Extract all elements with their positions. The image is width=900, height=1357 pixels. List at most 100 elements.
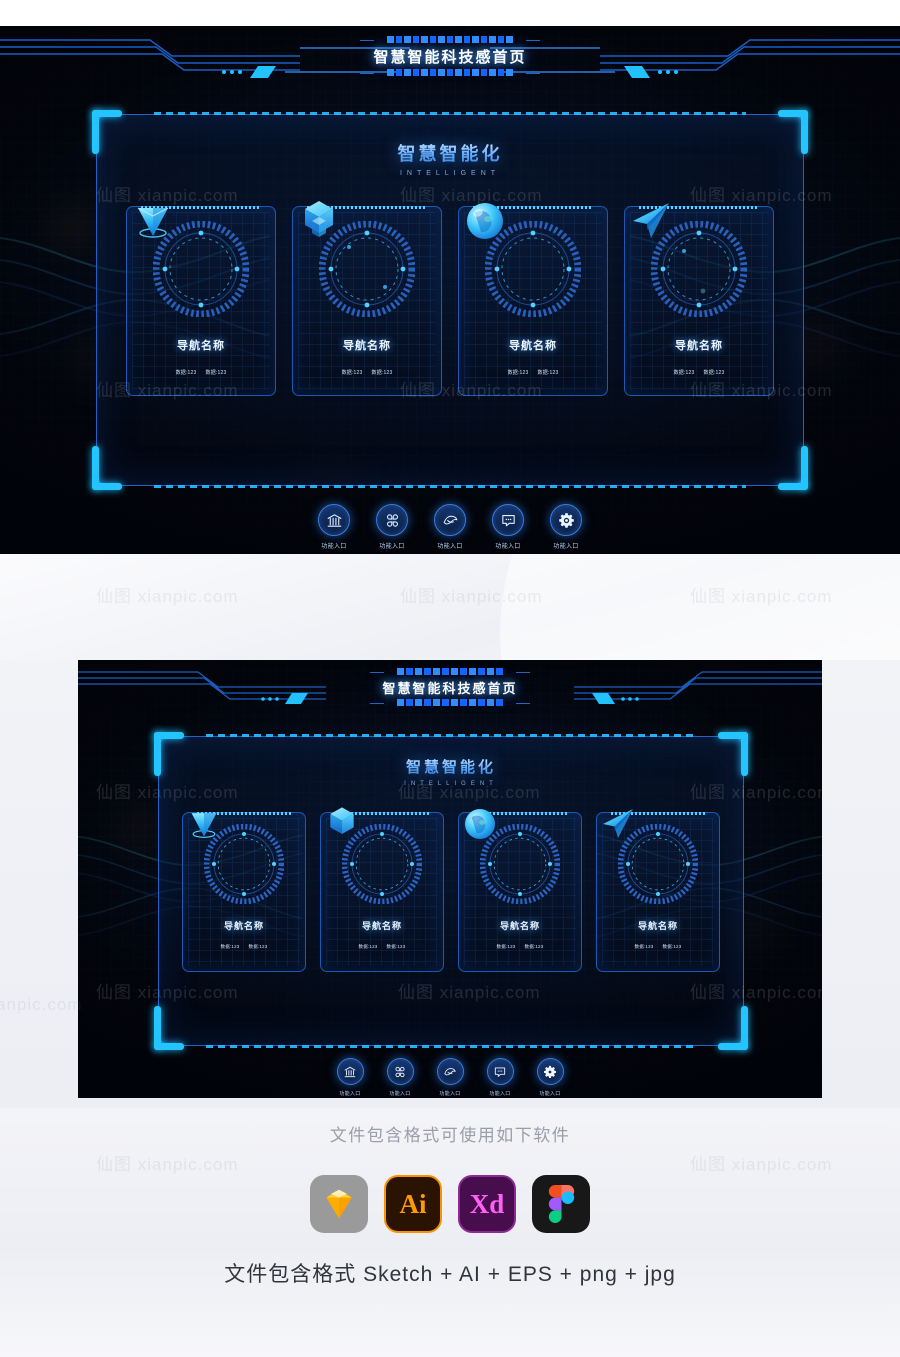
function-entry[interactable]: 功能入口 [370, 504, 414, 550]
card-stat-2: 数据:123 [371, 370, 393, 376]
function-entry[interactable]: 功能入口 [331, 1058, 369, 1097]
location-pin-icon [191, 813, 217, 838]
function-label: 功能入口 [389, 1091, 411, 1097]
function-entry[interactable]: 功能入口 [531, 1058, 569, 1097]
gear-icon [558, 512, 574, 528]
function-circle[interactable] [436, 1058, 464, 1085]
page-title: 智慧智能科技感首页 [382, 681, 518, 696]
card-stat-1: 数据:123 [341, 370, 363, 376]
function-label: 功能入口 [553, 544, 579, 550]
function-label: 功能入口 [439, 1091, 461, 1097]
gear-icon [543, 1065, 557, 1078]
card-label: 导航名称 [223, 921, 264, 931]
function-entry[interactable]: 功能入口 [312, 504, 356, 550]
card-stat-2: 数据:123 [662, 944, 682, 949]
watermark: 仙图 xianpic.com [690, 1155, 833, 1174]
title-bottom-rail [360, 69, 540, 76]
sphere-globe-icon [467, 203, 503, 239]
app-icon-xd: Xd [458, 1175, 516, 1233]
preview-panel: 智慧智能科技感首页 智慧智能化 INTELLIGENT 导航名称 数据:123 … [78, 660, 822, 1098]
corner-bracket-bottom-left [154, 1006, 188, 1050]
card-stat-1: 数据:123 [358, 944, 378, 949]
function-circle[interactable] [434, 504, 466, 536]
function-entry[interactable]: 功能入口 [428, 504, 472, 550]
mid-light-strip: 仙图 xianpic.com 仙图 xianpic.com 仙图 xianpic… [0, 554, 900, 660]
software-icon-list: Ai Xd [0, 1175, 900, 1233]
nav-card[interactable]: 导航名称 数据:123 数据:123 [596, 809, 720, 972]
function-label: 功能入口 [339, 1091, 361, 1097]
function-entry[interactable]: 功能入口 [544, 504, 588, 550]
cube-blocks-icon [330, 807, 354, 834]
function-entry[interactable]: 功能入口 [381, 1058, 419, 1097]
function-label: 功能入口 [321, 544, 347, 550]
dial-ring [305, 201, 415, 317]
card-stats: 数据:123 数据:123 [176, 369, 227, 376]
function-circle[interactable] [318, 504, 350, 536]
title-top-rail [360, 36, 540, 43]
preview-section: 智慧智能科技感首页 智慧智能化 INTELLIGENT 导航名称 数据:123 … [0, 660, 900, 1108]
card-stat-1: 数据:123 [496, 944, 516, 949]
card-stat-1: 数据:123 [673, 370, 695, 376]
segmented-bar-top [385, 668, 515, 675]
dial-ring [465, 809, 560, 904]
page-title: 智慧智能科技感首页 [373, 49, 527, 66]
function-circle[interactable] [376, 504, 408, 536]
bank-icon [327, 513, 341, 527]
hero-heading-cn: 智慧智能化 [96, 140, 804, 166]
function-entry[interactable]: 功能入口 [481, 1058, 519, 1097]
dial-ring [330, 807, 422, 904]
watermark: 仙图 xianpic.com [0, 995, 83, 1014]
footer-caption: 文件包含格式可使用如下软件 [329, 1126, 571, 1145]
nav-card[interactable]: 导航名称 数据:123 数据:123 [458, 809, 582, 972]
figma-icon [548, 1185, 574, 1223]
card-stat-1: 数据:123 [507, 370, 529, 376]
location-pin-icon [137, 207, 169, 238]
card-stats: 数据:123 数据:123 [508, 369, 559, 376]
xd-label: Xd [469, 1188, 505, 1219]
function-circle[interactable] [492, 504, 524, 536]
nav-card[interactable]: 导航名称 数据:123 数据:123 [292, 201, 442, 396]
apps-grid-icon [395, 1066, 405, 1077]
apps-grid-icon [386, 513, 398, 527]
card-label: 导航名称 [509, 340, 557, 352]
hero-heading-en: INTELLIGENT [404, 781, 498, 787]
function-circle[interactable] [550, 504, 582, 536]
dial-ring [633, 203, 747, 317]
nav-card-list: 导航名称 数据:123 数据:123 导航名称 数据:123 数据:123 导航… [126, 201, 774, 396]
function-entry-list: 功能入口 功能入口 功能入口 功能入口 功能入口 [0, 504, 900, 550]
dial-ring [137, 207, 249, 317]
function-entry[interactable]: 功能入口 [486, 504, 530, 550]
function-circle[interactable] [386, 1058, 414, 1085]
hero-panel: 智慧智能科技感首页 智慧智能化 INTELLIGENT 导航名称 数据:123 … [0, 26, 900, 554]
card-stat-1: 数据:123 [634, 944, 654, 949]
function-entry[interactable]: 功能入口 [431, 1058, 469, 1097]
function-circle[interactable] [536, 1058, 564, 1085]
card-stats: 数据:123 数据:123 [635, 944, 682, 950]
frame-dash-top [154, 112, 746, 115]
function-entry-list: 功能入口 功能入口 功能入口 功能入口 功能入口 [78, 1058, 822, 1097]
function-circle[interactable] [486, 1058, 514, 1085]
card-stats: 数据:123 数据:123 [359, 944, 406, 950]
app-icon-sketch [310, 1175, 368, 1233]
app-icon-figma [532, 1175, 590, 1233]
hero-heading-block: 智慧智能化 INTELLIGENT [158, 756, 744, 787]
card-stats: 数据:123 数据:123 [342, 369, 393, 376]
card-stats: 数据:123 数据:123 [674, 369, 725, 376]
nav-card[interactable]: 导航名称 数据:123 数据:123 [458, 203, 608, 396]
card-label: 导航名称 [177, 340, 225, 352]
main-frame: 智慧智能化 INTELLIGENT 导航名称 数据:123 数据:123 导航名… [154, 732, 748, 1050]
sphere-globe-icon [465, 809, 495, 839]
watermark: 仙图 xianpic.com [96, 1155, 239, 1174]
nav-card[interactable]: 导航名称 数据:123 数据:123 [320, 807, 444, 972]
nav-card[interactable]: 导航名称 数据:123 数据:123 [624, 203, 774, 396]
page-title-block: 智慧智能科技感首页 [360, 36, 540, 76]
function-circle[interactable] [336, 1058, 364, 1085]
hero-heading-block: 智慧智能化 INTELLIGENT [96, 140, 804, 177]
nav-card[interactable]: 导航名称 数据:123 数据:123 [182, 812, 306, 972]
nav-card[interactable]: 导航名称 数据:123 数据:123 [126, 206, 276, 396]
card-stat-2: 数据:123 [537, 370, 559, 376]
illustrator-label: Ai [399, 1188, 427, 1219]
frame-dash-bottom [206, 1045, 696, 1048]
card-stats: 数据:123 数据:123 [497, 944, 544, 950]
main-frame: 智慧智能化 INTELLIGENT 导航名称 数据:123 数据:123 导航名… [92, 110, 808, 490]
